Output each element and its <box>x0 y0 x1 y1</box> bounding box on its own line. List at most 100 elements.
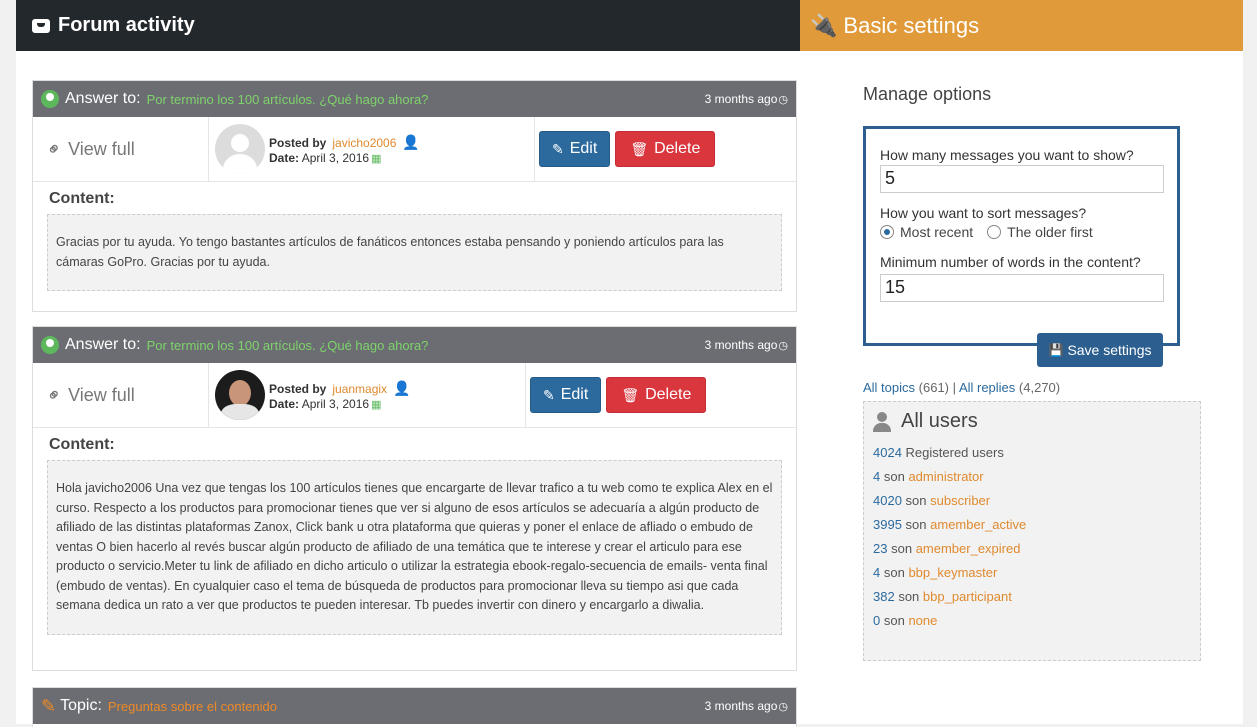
min-words-input[interactable]: 15 <box>880 274 1164 302</box>
content-label: Content: <box>49 190 115 207</box>
son-label: son <box>905 493 927 508</box>
trash-icon: 🗑 <box>630 140 649 157</box>
delete-label: Delete <box>654 140 701 157</box>
card-actions: ✎ Edit 🗑 Delete <box>535 117 716 181</box>
son-label: son <box>883 613 905 628</box>
post-date: April 3, 2016 <box>301 150 370 165</box>
view-full-link[interactable]: ⚭ View full <box>33 117 209 181</box>
activity-card: Answer to: Por termino los 100 artículos… <box>32 80 797 312</box>
radio-older-first[interactable] <box>987 225 1002 239</box>
role-count: 4 <box>873 469 881 484</box>
view-full-label: View full <box>68 138 135 159</box>
edit-label: Edit <box>569 140 598 157</box>
clock-icon: ◷ <box>778 339 788 352</box>
view-full-link[interactable]: ⚭ View full <box>33 363 209 427</box>
edit-label: Edit <box>560 386 589 403</box>
role-count: 3995 <box>873 517 902 532</box>
topic-link[interactable]: Por termino los 100 artículos. ¿Qué hago… <box>147 338 429 353</box>
card-kind: Answer to: <box>65 90 141 107</box>
content-label: Content: <box>49 436 115 453</box>
role-row: 4020 son subscriber <box>873 489 1191 513</box>
min-words-label: Minimum number of words in the content? <box>880 254 1141 270</box>
role-count: 4020 <box>873 493 902 508</box>
role-row: 4 son administrator <box>873 465 1191 489</box>
role-link[interactable]: amember_active <box>930 517 1026 532</box>
poster-info: Posted by javicho2006 👤 Date: April 3, 201… <box>209 117 535 181</box>
all-users-title: All users <box>901 410 978 432</box>
role-row: 3995 son amember_active <box>873 513 1191 537</box>
forum-counts: All topics (661) | All replies (4,270) <box>863 380 1060 395</box>
son-label: son <box>905 517 927 532</box>
forum-activity-header: Forum activity <box>16 0 800 51</box>
activity-card: ✎ Topic: Preguntas sobre el contenido 3 … <box>32 687 797 727</box>
role-link[interactable]: bbp_keymaster <box>908 565 997 580</box>
card-header: ✎ Topic: Preguntas sobre el contenido 3 … <box>33 688 796 724</box>
role-link[interactable]: amember_expired <box>916 541 1021 556</box>
most-recent-label: Most recent <box>900 224 974 240</box>
role-row: 4 son bbp_keymaster <box>873 561 1191 585</box>
settings-form: How many messages you want to show? 5 Ho… <box>863 126 1180 346</box>
delete-label: Delete <box>645 386 692 403</box>
forum-activity-title: Forum activity <box>58 14 195 36</box>
inbox-icon <box>32 18 50 33</box>
role-link[interactable]: bbp_participant <box>923 589 1012 604</box>
card-kind: Answer to: <box>65 336 141 353</box>
manage-options-title: Manage options <box>863 84 992 104</box>
role-link[interactable]: administrator <box>908 469 983 484</box>
username-link[interactable]: juanmagix <box>332 382 387 396</box>
time-ago: 3 months ago <box>704 92 778 106</box>
card-header: Answer to: Por termino los 100 artículos… <box>33 81 796 117</box>
username-link[interactable]: javicho2006 <box>332 136 396 150</box>
view-full-label: View full <box>68 384 135 405</box>
bbpress-icon <box>41 90 59 108</box>
content-text: Hola javicho2006 Una vez que tengas los … <box>47 460 782 635</box>
son-label: son <box>883 565 905 580</box>
date-label: Date: <box>269 150 300 165</box>
save-settings-label: Save settings <box>1067 342 1152 358</box>
all-users-box: All users 4024 Registered users 4 son ad… <box>863 401 1201 661</box>
delete-button[interactable]: 🗑 Delete <box>615 131 716 167</box>
edit-button[interactable]: ✎ Edit <box>539 131 611 167</box>
link-icon: ⚭ <box>41 382 67 408</box>
card-meta: ⚭ View full Posted by javicho2006 👤 Date: … <box>33 117 796 182</box>
role-link[interactable]: none <box>908 613 937 628</box>
role-link[interactable]: subscriber <box>930 493 990 508</box>
counts-separator: | <box>952 380 957 395</box>
son-label: son <box>898 589 920 604</box>
topics-count: (661) <box>918 380 950 395</box>
clock-icon: ◷ <box>778 93 788 106</box>
all-topics-link[interactable]: All topics <box>863 380 915 395</box>
save-settings-button[interactable]: 💾 Save settings <box>1037 333 1163 367</box>
older-first-label: The older first <box>1007 224 1093 240</box>
son-label: son <box>883 469 905 484</box>
user-icon: 👤 <box>393 379 411 396</box>
all-users-header: All users <box>873 410 1191 433</box>
calendar-icon: ▦ <box>371 398 382 411</box>
role-row: 0 son none <box>873 609 1191 633</box>
posted-by-label: Posted by <box>269 381 327 396</box>
role-row: 382 son bbp_participant <box>873 585 1191 609</box>
radio-most-recent[interactable] <box>880 225 894 239</box>
plug-icon: 🔌 <box>810 12 838 38</box>
role-count: 0 <box>873 613 881 628</box>
forum-activity-panel: Forum activity Answer to: Por termino lo… <box>16 0 800 727</box>
clock-icon: ◷ <box>778 700 788 713</box>
floppy-icon: 💾 <box>1048 343 1064 357</box>
avatar <box>215 124 265 174</box>
trash-icon: 🗑 <box>621 386 640 403</box>
topic-link[interactable]: Preguntas sobre el contenido <box>108 699 277 714</box>
basic-settings-title: Basic settings <box>843 12 980 38</box>
post-date: April 3, 2016 <box>301 396 370 411</box>
all-replies-link[interactable]: All replies <box>959 380 1015 395</box>
role-count: 382 <box>873 589 895 604</box>
time-ago: 3 months ago <box>704 338 778 352</box>
messages-count-input[interactable]: 5 <box>880 165 1164 193</box>
topic-link[interactable]: Por termino los 100 artículos. ¿Qué hago… <box>147 92 429 107</box>
edit-button[interactable]: ✎ Edit <box>530 377 602 413</box>
basic-settings-header: 🔌 Basic settings <box>800 0 1243 51</box>
role-row: 23 son amember_expired <box>873 537 1191 561</box>
card-kind: Topic: <box>60 697 102 714</box>
pencil-icon: ✎ <box>543 386 555 403</box>
delete-button[interactable]: 🗑 Delete <box>606 377 707 413</box>
messages-count-label: How many messages you want to show? <box>880 147 1134 163</box>
